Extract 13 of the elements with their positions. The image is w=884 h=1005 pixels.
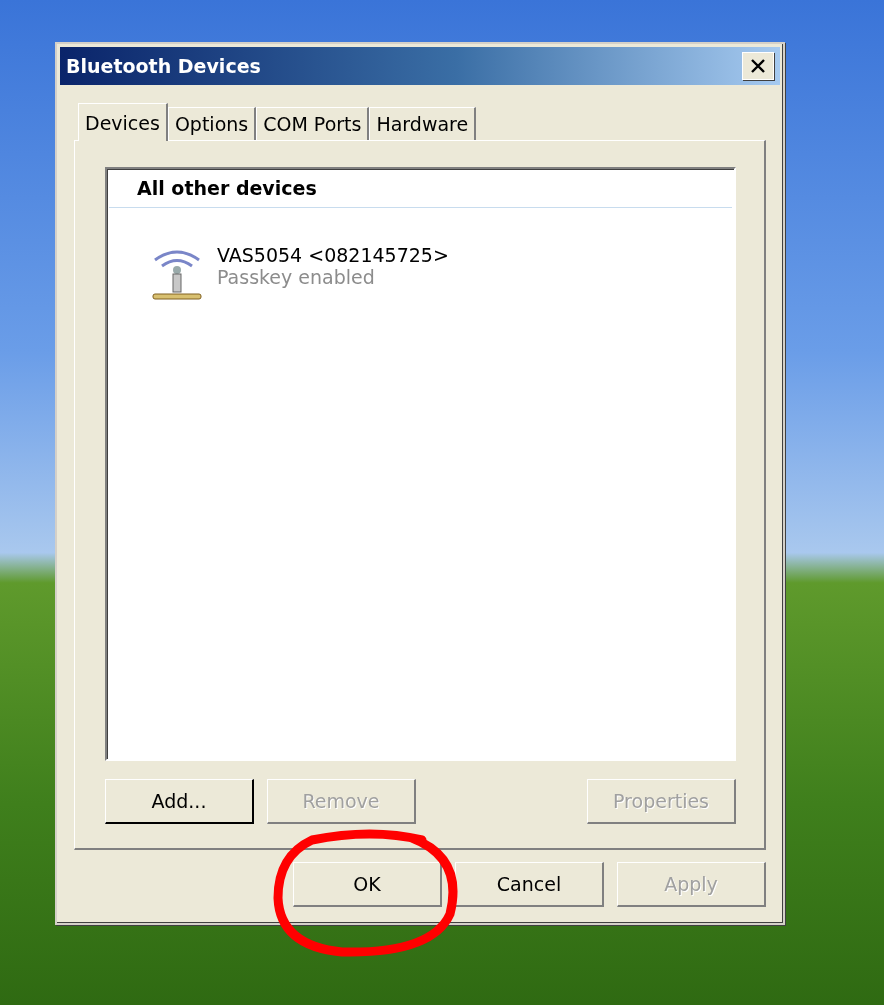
tab[interactable]: Devices (78, 103, 168, 141)
tab[interactable]: COM Ports (256, 107, 370, 140)
close-icon (751, 59, 765, 73)
group-header: All other devices (109, 169, 732, 208)
dialog-button[interactable]: Cancel (455, 862, 604, 907)
device-status: Passkey enabled (217, 266, 376, 288)
list-action-button[interactable]: Add... (105, 779, 254, 824)
close-button[interactable] (742, 52, 774, 80)
device-name: VAS5054 <082145725> (217, 244, 449, 266)
window-title: Bluetooth Devices (66, 55, 261, 77)
dialog-button[interactable]: OK (293, 862, 442, 907)
tab[interactable]: Hardware (369, 107, 477, 140)
tab[interactable]: Options (167, 107, 257, 140)
